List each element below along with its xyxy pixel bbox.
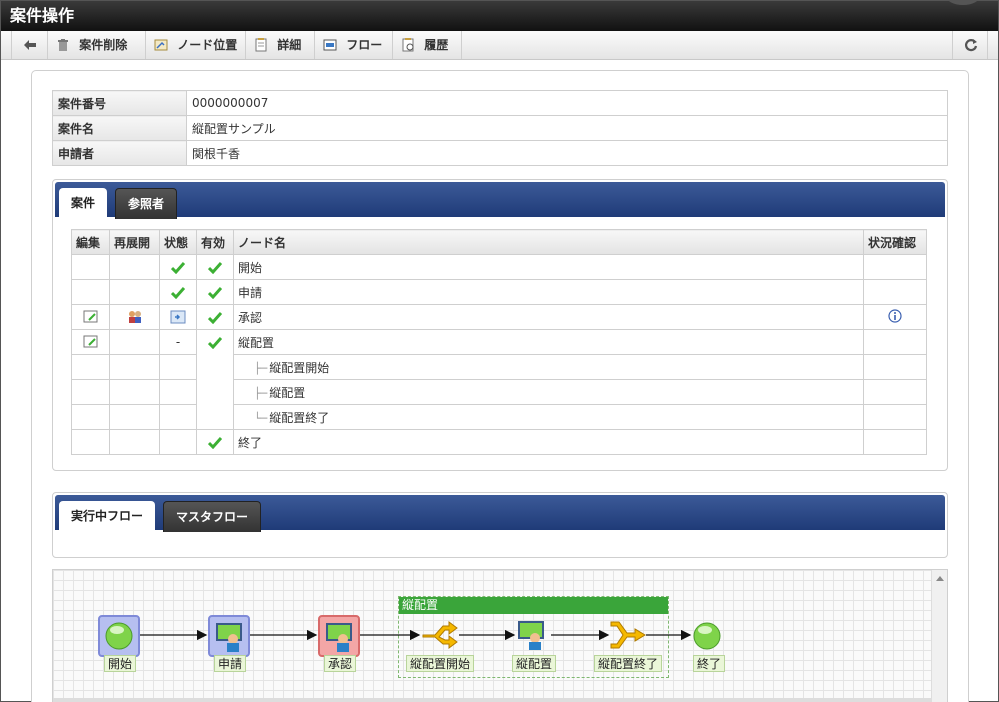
end-node-icon[interactable] (691, 620, 723, 652)
flow-node-label: 申請 (214, 655, 247, 672)
flow-node-label: 終了 (693, 655, 726, 672)
join-icon[interactable] (609, 621, 647, 649)
flow-node-label: 縦配置 (512, 655, 557, 672)
flow-node-label: 縦配置開始 (406, 655, 475, 672)
user-task-icon[interactable] (208, 615, 250, 657)
flow-node-label: 開始 (104, 655, 137, 672)
user-task-icon[interactable] (516, 620, 550, 650)
flow-arrows (139, 629, 692, 641)
start-node-icon[interactable] (98, 615, 140, 657)
flow-node-label: 縦配置終了 (594, 655, 663, 672)
flow-node-label: 承認 (324, 655, 357, 672)
split-icon[interactable] (421, 621, 459, 649)
current-user-task-icon[interactable] (318, 615, 360, 657)
